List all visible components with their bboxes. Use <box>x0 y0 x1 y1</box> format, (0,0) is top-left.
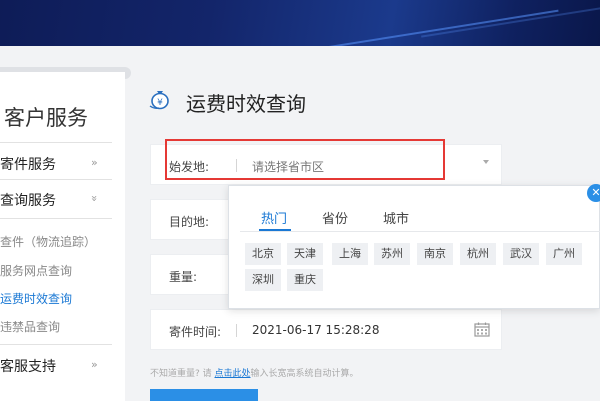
close-icon[interactable]: ✕ <box>587 184 600 202</box>
sidebar-item-prohibited[interactable]: 违禁品查询 <box>0 318 60 335</box>
query-button[interactable] <box>150 389 258 401</box>
city-option[interactable]: 上海 <box>332 243 368 265</box>
sidebar-group-query[interactable]: 查询服务 <box>0 190 56 210</box>
city-option[interactable]: 南京 <box>417 243 453 265</box>
sidebar-item-tracking[interactable]: 查件（物流追踪） <box>0 233 96 250</box>
chevron-right-icon[interactable]: » <box>91 358 98 371</box>
banner-streak <box>301 9 559 46</box>
sidebar-divider <box>0 142 112 143</box>
sidebar-item-freight[interactable]: 运费时效查询 <box>0 290 72 307</box>
svg-text:¥: ¥ <box>157 98 163 108</box>
city-option[interactable]: 苏州 <box>374 243 410 265</box>
region-picker-popup <box>228 185 600 309</box>
city-option[interactable]: 北京 <box>245 243 281 265</box>
city-option[interactable]: 天津 <box>287 243 323 265</box>
weight-label: 重量: <box>169 270 198 284</box>
city-option[interactable]: 广州 <box>546 243 582 265</box>
city-option[interactable]: 杭州 <box>460 243 496 265</box>
send-time-label: 寄件时间: <box>169 325 222 339</box>
calendar-icon[interactable] <box>474 322 490 337</box>
hint-prefix: 不知道重量? 请 <box>150 369 215 379</box>
sidebar-divider <box>0 218 112 219</box>
city-option[interactable]: 武汉 <box>503 243 539 265</box>
page-title: 运费时效查询 <box>186 92 306 116</box>
chevron-right-icon[interactable]: » <box>91 156 98 169</box>
hint-suffix: 输入长宽高系统自动计算。 <box>250 369 359 379</box>
destination-label: 目的地: <box>169 215 210 229</box>
dropdown-caret-icon[interactable] <box>483 160 489 164</box>
weight-hint: 不知道重量? 请 点击此处输入长宽高系统自动计算。 <box>150 366 359 379</box>
tab-divider <box>240 231 600 232</box>
tab-province[interactable]: 省份 <box>322 208 348 227</box>
tab-city[interactable]: 城市 <box>383 208 409 227</box>
chevron-down-icon[interactable]: » <box>88 195 101 202</box>
highlight-box <box>165 139 445 180</box>
calculate-weight-link[interactable]: 点击此处 <box>215 369 251 379</box>
sidebar-group-support[interactable]: 客服支持 <box>0 356 56 376</box>
city-option[interactable]: 重庆 <box>287 269 323 291</box>
sidebar-group-send[interactable]: 寄件服务 <box>0 154 56 174</box>
sidebar-item-outlets[interactable]: 服务网点查询 <box>0 262 72 279</box>
sidebar-title: 客户服务 <box>4 106 88 130</box>
field-separator <box>236 324 237 337</box>
sidebar-divider <box>0 179 112 180</box>
tab-hot[interactable]: 热门 <box>261 208 287 227</box>
banner-streak <box>421 4 600 38</box>
city-option[interactable]: 深圳 <box>245 269 281 291</box>
send-time-value[interactable]: 2021-06-17 15:28:28 <box>252 323 379 337</box>
money-bag-icon: ¥ <box>149 91 169 110</box>
top-banner <box>0 0 600 46</box>
sidebar-divider <box>0 344 112 345</box>
